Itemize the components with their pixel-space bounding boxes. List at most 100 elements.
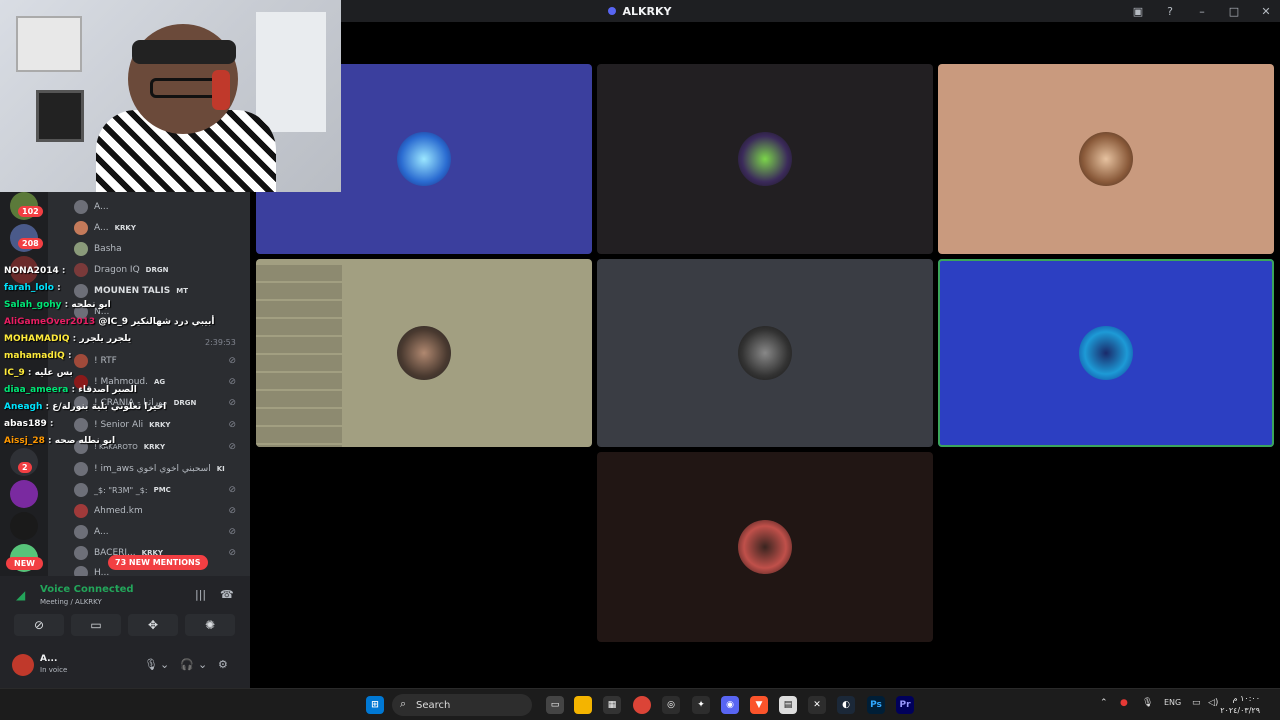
- chat-user: Salah_gohy: [4, 300, 62, 310]
- list-item[interactable]: Ahmed.km ⊘: [74, 502, 244, 520]
- chat-user: MOHAMADIQ: [4, 334, 70, 344]
- member-name: A...: [94, 527, 109, 537]
- participant-tile[interactable]: [256, 259, 592, 447]
- user-panel[interactable]: A... In voice 🎙 ⌄ 🎧 ⌄ ⚙: [12, 652, 242, 680]
- steam-icon[interactable]: ◐: [837, 696, 855, 714]
- list-item[interactable]: ! RTF ⊘: [74, 352, 244, 370]
- signal-icon[interactable]: ◢: [16, 588, 25, 602]
- steam-link-icon[interactable]: ✦: [692, 696, 710, 714]
- server-list: 102 208 2: [0, 192, 48, 576]
- capcut-icon[interactable]: ✕: [808, 696, 826, 714]
- chevron-down-icon[interactable]: ⌄: [160, 658, 169, 671]
- video-grid: [250, 22, 1280, 688]
- language-indicator[interactable]: ENG: [1164, 698, 1181, 707]
- list-item[interactable]: Dragon IQ DRGN: [74, 261, 244, 279]
- activities-button[interactable]: ✥: [128, 614, 178, 636]
- member-tag: KRKY: [114, 224, 136, 232]
- participant-tile[interactable]: [597, 452, 933, 642]
- chat-line: AliGameOver2013 @IC_9 أبيبي درد شهالنكير: [4, 317, 215, 327]
- server-icon[interactable]: [10, 512, 38, 540]
- chevron-up-icon[interactable]: ⌃: [1100, 698, 1108, 708]
- voice-member-list: A... A... KRKY Basha Dragon IQ DRGN MOUNEN…: [48, 192, 250, 580]
- list-item[interactable]: ! Senior Ali KRKY ⊘: [74, 416, 244, 434]
- avatar[interactable]: [12, 654, 34, 676]
- member-tag: PMC: [153, 486, 171, 494]
- chat-line: MOHAMADIQ : يلجرر يلجرر: [4, 334, 132, 344]
- clock[interactable]: ١٠:٠٠ م ٢٠٢٤/٠٣/٢٩: [1220, 693, 1260, 717]
- avatar: [74, 263, 88, 277]
- new-badge[interactable]: NEW: [6, 557, 43, 570]
- member-name: A...: [94, 202, 109, 212]
- noise-suppression-icon[interactable]: |||: [195, 588, 206, 601]
- app-icon[interactable]: ◎: [662, 696, 680, 714]
- chat-line: IC_9 : بس عليه: [4, 368, 73, 378]
- search-label: Search: [416, 699, 451, 711]
- disconnect-icon[interactable]: ☎: [220, 588, 234, 601]
- chat-message: ابو نطله صحه: [54, 436, 116, 446]
- voice-room[interactable]: Meeting / ALKRKY: [40, 598, 102, 606]
- list-item[interactable]: ! im_aws اسحبني اخوي اخوي KI: [74, 460, 244, 478]
- server-icon[interactable]: [10, 480, 38, 508]
- member-tag: MT: [176, 287, 188, 295]
- avatar: [74, 483, 88, 497]
- chat-user: Aneagh: [4, 402, 43, 412]
- participant-tile-speaking[interactable]: [938, 259, 1274, 447]
- participant-tile[interactable]: [938, 64, 1274, 254]
- photoshop-icon[interactable]: Ps: [867, 696, 885, 714]
- chat-line: NONA2014 :: [4, 266, 66, 276]
- unread-badge: 2: [18, 462, 32, 473]
- chat-line: mahamadIQ :: [4, 351, 72, 361]
- store-icon[interactable]: ▦: [603, 696, 621, 714]
- member-tag: KI: [216, 465, 225, 473]
- member-name: A...: [94, 223, 109, 233]
- premiere-icon[interactable]: Pr: [896, 696, 914, 714]
- avatar: [74, 462, 88, 476]
- list-item[interactable]: A...: [74, 198, 244, 216]
- list-item[interactable]: A... KRKY: [74, 219, 244, 237]
- soundboard-button[interactable]: ✺: [185, 614, 235, 636]
- help-icon[interactable]: ?: [1164, 5, 1176, 18]
- member-tag: AG: [154, 378, 166, 386]
- voice-status[interactable]: Voice Connected: [40, 584, 134, 595]
- app-icon[interactable]: ▤: [779, 696, 797, 714]
- list-item[interactable]: _$: "R3M" _$: PMC ⊘: [74, 481, 244, 499]
- brave-icon[interactable]: ▼: [750, 696, 768, 714]
- list-item[interactable]: Basha: [74, 240, 244, 258]
- muted-icon: ⊘: [228, 548, 236, 558]
- taskbar-search[interactable]: ⌕ Search: [392, 694, 532, 716]
- close-button[interactable]: ✕: [1260, 5, 1272, 18]
- network-icon[interactable]: ▭: [1192, 698, 1201, 708]
- muted-icon: ⊘: [228, 398, 236, 408]
- chat-user: farah_lolo: [4, 283, 54, 293]
- discord-taskbar-icon[interactable]: ◉: [721, 696, 739, 714]
- inbox-icon[interactable]: ▣: [1132, 5, 1144, 18]
- timestamp: 2:39:53: [205, 338, 236, 347]
- list-item[interactable]: A... ⊘: [74, 523, 244, 541]
- tray-app-icon[interactable]: ●: [1120, 698, 1128, 708]
- minimize-button[interactable]: –: [1196, 5, 1208, 18]
- list-item[interactable]: MOUNEN TALIS MT: [74, 282, 244, 300]
- microphone-icon[interactable]: 🎙: [144, 658, 158, 671]
- windows-start-icon[interactable]: ⊞: [366, 696, 384, 714]
- avatar: [738, 132, 792, 186]
- task-view-icon[interactable]: ▭: [546, 696, 564, 714]
- participant-tile[interactable]: [597, 259, 933, 447]
- chrome-icon[interactable]: [633, 696, 651, 714]
- participant-tile[interactable]: [597, 64, 933, 254]
- screen-share-button[interactable]: ▭: [71, 614, 121, 636]
- volume-icon[interactable]: ◁): [1208, 698, 1218, 708]
- camera-off-button[interactable]: ⊘: [14, 614, 64, 636]
- gear-icon[interactable]: ⚙: [218, 658, 228, 671]
- member-name: Dragon IQ: [94, 265, 140, 275]
- headphones-icon[interactable]: 🎧: [180, 658, 194, 671]
- discord-icon: [608, 7, 617, 15]
- unread-badge: 208: [18, 238, 43, 249]
- file-explorer-icon[interactable]: [574, 696, 592, 714]
- new-mentions-button[interactable]: 73 NEW MENTIONS: [108, 555, 208, 570]
- maximize-button[interactable]: □: [1228, 5, 1240, 18]
- chevron-down-icon[interactable]: ⌄: [198, 658, 207, 671]
- avatar: [1079, 326, 1133, 380]
- muted-icon: ⊘: [228, 356, 236, 366]
- avatar: [738, 326, 792, 380]
- microphone-icon[interactable]: 🎙: [1142, 698, 1153, 708]
